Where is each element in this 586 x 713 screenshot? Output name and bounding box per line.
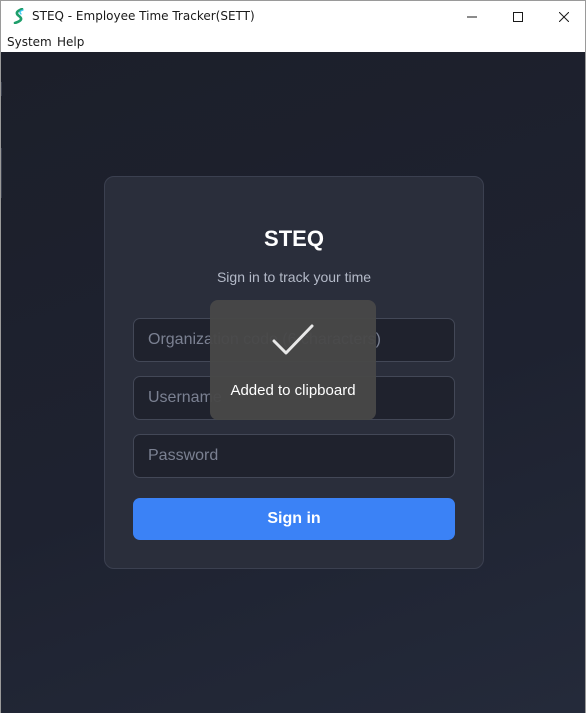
minimize-icon — [467, 16, 477, 17]
menu-help[interactable]: Help — [57, 35, 84, 49]
login-title: STEQ — [264, 226, 324, 251]
maximize-icon — [513, 11, 523, 22]
menu-system[interactable]: System — [7, 35, 52, 49]
edge-divider — [1, 148, 2, 198]
edge-divider — [1, 82, 2, 96]
close-icon — [559, 11, 569, 22]
minimize-button[interactable] — [449, 1, 495, 32]
app-window: STEQ - Employee Time Tracker(SETT) Syste… — [0, 0, 586, 713]
window-title: STEQ - Employee Time Tracker(SETT) — [32, 9, 255, 23]
clipboard-toast: Added to clipboard — [210, 300, 376, 420]
title-bar[interactable]: STEQ - Employee Time Tracker(SETT) — [1, 1, 585, 32]
check-icon — [272, 324, 314, 355]
steq-app-icon — [13, 8, 24, 24]
password-field[interactable] — [133, 434, 455, 478]
maximize-button[interactable] — [495, 1, 541, 32]
password-input[interactable] — [134, 435, 454, 477]
toast-message: Added to clipboard — [230, 382, 356, 399]
signin-button[interactable]: Sign in — [133, 498, 455, 540]
main-content: STEQ Sign in to track your time Sign in … — [1, 52, 585, 713]
login-subtitle: Sign in to track your time — [216, 269, 372, 285]
close-button[interactable] — [541, 1, 586, 32]
menu-bar: System Help — [1, 32, 585, 52]
